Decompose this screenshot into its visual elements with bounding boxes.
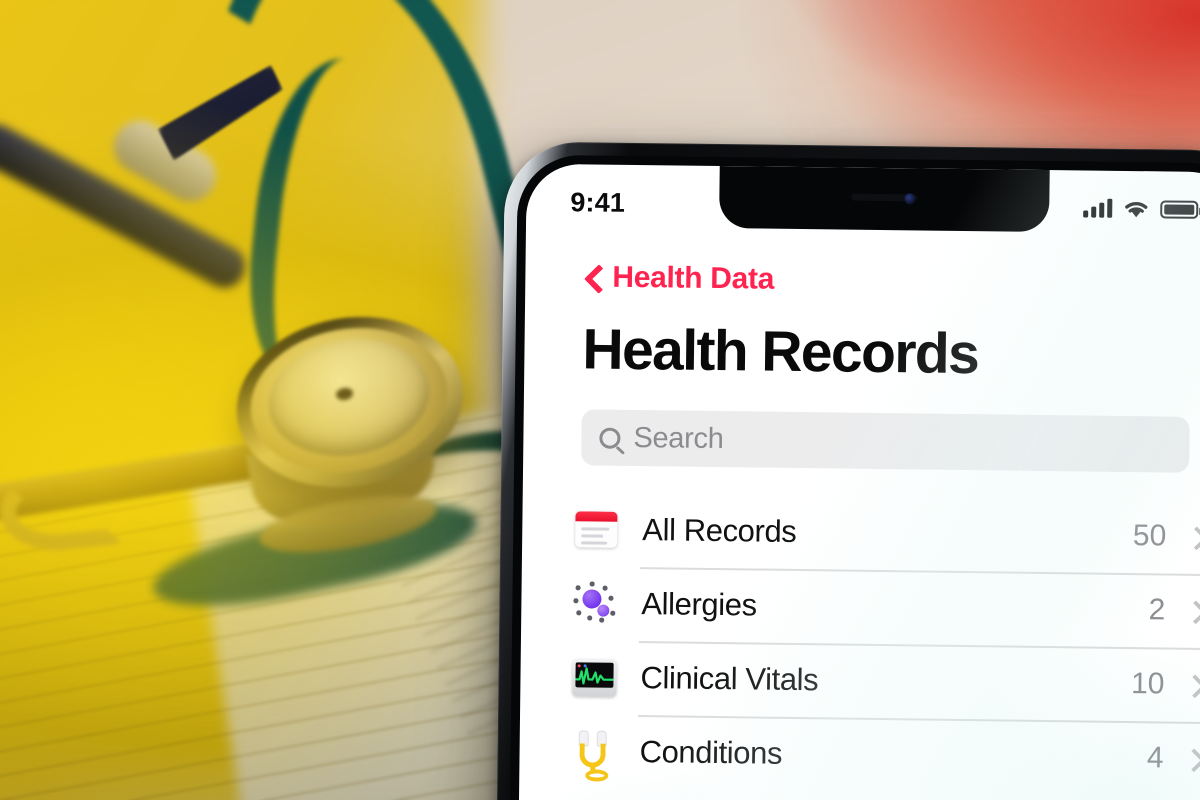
search-icon bbox=[599, 427, 621, 449]
phone-screen: 9:41 Health Data Health Records Search A… bbox=[517, 163, 1200, 800]
allergen-particles-icon bbox=[571, 579, 620, 628]
back-button[interactable]: Health Data bbox=[583, 260, 774, 296]
chevron-right-icon bbox=[1187, 604, 1200, 618]
search-placeholder: Search bbox=[633, 421, 724, 455]
chevron-left-icon bbox=[583, 267, 603, 287]
list-item-count: 10 bbox=[1130, 667, 1165, 701]
cellular-signal-icon bbox=[1083, 198, 1113, 218]
smartphone-device: 9:41 Health Data Health Records Search A… bbox=[495, 141, 1200, 800]
records-list: All Records 50 Allergies 2 Clinical Vita… bbox=[519, 492, 1200, 797]
list-item[interactable]: Clinical Vitals 10 bbox=[520, 640, 1200, 723]
search-field[interactable]: Search bbox=[581, 409, 1190, 473]
list-item[interactable]: Allergies 2 bbox=[521, 566, 1200, 649]
front-camera-icon bbox=[904, 193, 916, 205]
chevron-right-icon bbox=[1186, 678, 1200, 692]
battery-icon bbox=[1160, 200, 1199, 219]
list-item-label: Allergies bbox=[641, 586, 757, 623]
status-clock: 9:41 bbox=[570, 186, 626, 218]
document-records-icon bbox=[572, 505, 621, 554]
chevron-right-icon bbox=[1185, 752, 1199, 766]
list-item-count: 50 bbox=[1132, 519, 1167, 553]
list-item-label: Conditions bbox=[639, 734, 783, 771]
stethoscope-icon bbox=[569, 727, 618, 782]
back-button-label: Health Data bbox=[612, 260, 775, 296]
page-title: Health Records bbox=[582, 317, 979, 387]
wifi-icon bbox=[1125, 201, 1148, 217]
list-item-label: Clinical Vitals bbox=[640, 660, 819, 698]
list-item[interactable]: Conditions 4 bbox=[519, 714, 1200, 797]
status-indicators bbox=[1083, 198, 1199, 219]
list-item[interactable]: All Records 50 bbox=[522, 492, 1200, 575]
list-item-count: 4 bbox=[1146, 741, 1164, 775]
screenshot-canvas: 9:41 Health Data Health Records Search A… bbox=[0, 0, 1200, 800]
list-item-label: All Records bbox=[642, 512, 797, 549]
ecg-monitor-icon bbox=[570, 653, 619, 702]
display-notch bbox=[718, 166, 1050, 233]
chevron-right-icon bbox=[1188, 530, 1200, 544]
list-item-count: 2 bbox=[1148, 593, 1166, 627]
